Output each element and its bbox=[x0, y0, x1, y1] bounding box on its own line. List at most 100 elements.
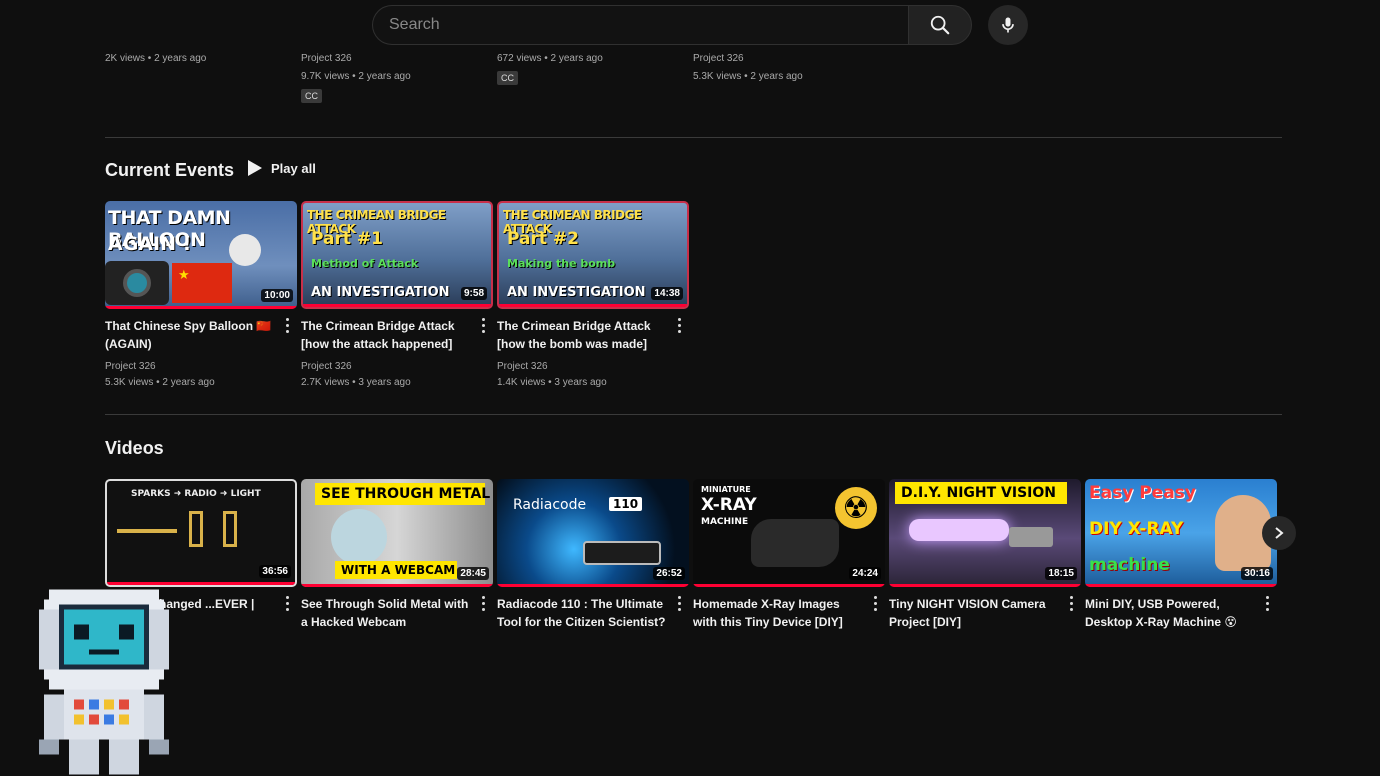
watch-progress-bar bbox=[497, 584, 689, 587]
thumb-caption: SEE THROUGH METAL bbox=[321, 486, 491, 502]
more-options-icon[interactable] bbox=[671, 593, 687, 613]
balloon-graphic bbox=[229, 234, 261, 266]
channel-name[interactable]: Project 326 bbox=[497, 359, 689, 375]
video-card[interactable]: Easy Peasy DIY X-RAY machine 30:16 Mini … bbox=[1085, 479, 1277, 631]
video-title[interactable]: Radiacode 110 : The Ultimate Tool for th… bbox=[497, 595, 667, 631]
duration-badge: 26:52 bbox=[653, 567, 685, 580]
shelf-divider bbox=[105, 414, 1282, 415]
search-input[interactable] bbox=[372, 5, 908, 45]
wire-graphic bbox=[117, 529, 177, 533]
upload-age: 3 years ago bbox=[554, 377, 607, 388]
duration-badge: 9:58 bbox=[460, 287, 487, 300]
spark-gap-graphic bbox=[189, 511, 203, 547]
device-graphic bbox=[583, 541, 661, 565]
video-title[interactable]: Mini DIY, USB Powered, Desktop X-Ray Mac… bbox=[1085, 595, 1255, 631]
flag-graphic: ★ bbox=[172, 263, 232, 303]
video-title[interactable]: Homemade X-Ray Images with this Tiny Dev… bbox=[693, 595, 863, 631]
more-options-icon[interactable] bbox=[279, 315, 295, 335]
video-card[interactable]: THAT DAMN BALLOON AGAIN ! ★ 10:00 That C… bbox=[105, 201, 297, 391]
prev-video-meta[interactable]: 2K views • 2 years ago bbox=[105, 44, 295, 68]
video-card[interactable]: THE CRIMEAN BRIDGE ATTACK Part #2 Making… bbox=[497, 201, 689, 391]
video-card[interactable]: Radiacode 110 26:52 Radiacode 110 : The … bbox=[497, 479, 689, 631]
more-options-icon[interactable] bbox=[475, 593, 491, 613]
search-button[interactable] bbox=[908, 5, 972, 45]
thumb-caption: Part #2 bbox=[507, 229, 579, 249]
video-thumbnail[interactable]: THE CRIMEAN BRIDGE ATTACK Part #1 Method… bbox=[301, 201, 493, 309]
video-thumbnail[interactable]: Easy Peasy DIY X-RAY machine 30:16 bbox=[1085, 479, 1277, 587]
more-options-icon[interactable] bbox=[1259, 593, 1275, 613]
more-options-icon[interactable] bbox=[867, 593, 883, 613]
view-count: 9.7K views bbox=[301, 71, 350, 82]
view-count: 5.3K views bbox=[693, 71, 742, 82]
thumb-caption: DIY X-RAY bbox=[1089, 519, 1184, 539]
astronaut-mascot bbox=[39, 589, 169, 775]
thumb-caption: Part #1 bbox=[311, 229, 383, 249]
video-thumbnail[interactable]: THAT DAMN BALLOON AGAIN ! ★ 10:00 bbox=[105, 201, 297, 309]
prev-video-meta[interactable]: Project 326 9.7K views • 2 years ago CC bbox=[301, 44, 491, 106]
duration-badge: 36:56 bbox=[259, 565, 291, 578]
upload-age: 3 years ago bbox=[358, 377, 411, 388]
duration-badge: 18:15 bbox=[1045, 567, 1077, 580]
thumb-caption: WITH A WEBCAM bbox=[341, 563, 456, 577]
voice-search-button[interactable] bbox=[988, 5, 1028, 45]
search-icon bbox=[930, 15, 950, 35]
video-thumbnail[interactable]: Radiacode 110 26:52 bbox=[497, 479, 689, 587]
video-card[interactable]: D.I.Y. NIGHT VISION 18:15 Tiny NIGHT VIS… bbox=[889, 479, 1081, 631]
video-card[interactable]: THE CRIMEAN BRIDGE ATTACK Part #1 Method… bbox=[301, 201, 493, 391]
cc-badge: CC bbox=[301, 89, 322, 103]
video-title[interactable]: The Crimean Bridge Attack [how the attac… bbox=[301, 317, 471, 353]
duration-badge: 28:45 bbox=[457, 567, 489, 580]
video-thumbnail[interactable]: D.I.Y. NIGHT VISION 18:15 bbox=[889, 479, 1081, 587]
upload-age: 2 years ago bbox=[358, 71, 411, 82]
prev-video-meta[interactable]: 672 views • 2 years ago CC bbox=[497, 44, 687, 88]
watch-progress-bar bbox=[301, 584, 493, 587]
spark-gap-graphic bbox=[223, 511, 237, 547]
view-count: 2.7K views bbox=[301, 377, 350, 388]
duration-badge: 24:24 bbox=[849, 567, 881, 580]
prev-video-meta[interactable]: Project 326 5.3K views • 2 years ago bbox=[693, 44, 883, 86]
more-options-icon[interactable] bbox=[1063, 593, 1079, 613]
video-card[interactable]: MINIATURE X-RAY MACHINE ☢ 24:24 Homemade… bbox=[693, 479, 885, 631]
channel-name[interactable]: Project 326 bbox=[105, 359, 297, 375]
video-title[interactable]: Tiny NIGHT VISION Camera Project [DIY] bbox=[889, 595, 1059, 631]
video-thumbnail[interactable]: MINIATURE X-RAY MACHINE ☢ 24:24 bbox=[693, 479, 885, 587]
play-icon bbox=[248, 160, 262, 176]
view-count: 672 views bbox=[497, 53, 542, 64]
video-title[interactable]: The Crimean Bridge Attack [how the bomb … bbox=[497, 317, 667, 353]
more-options-icon[interactable] bbox=[279, 593, 295, 613]
glove-graphic bbox=[751, 519, 839, 567]
watch-progress-bar bbox=[105, 306, 297, 309]
watch-progress-bar bbox=[693, 584, 885, 587]
watch-progress-bar bbox=[1085, 584, 1277, 587]
play-all-button[interactable]: Play all bbox=[247, 159, 316, 177]
watch-progress-bar bbox=[499, 304, 687, 307]
cc-badge: CC bbox=[497, 71, 518, 85]
thumb-caption: Method of Attack bbox=[311, 257, 419, 270]
shelf-title-current-events[interactable]: Current Events bbox=[105, 160, 234, 181]
video-title[interactable]: See Through Solid Metal with a Hacked We… bbox=[301, 595, 471, 631]
video-stats: 2.7K views • 3 years ago bbox=[301, 377, 411, 388]
shelf-title-videos[interactable]: Videos bbox=[105, 438, 164, 459]
more-options-icon[interactable] bbox=[671, 315, 687, 335]
thumb-caption: MACHINE bbox=[701, 517, 749, 527]
video-stats: 1.4K views • 3 years ago bbox=[497, 377, 607, 388]
circle-graphic bbox=[331, 509, 387, 565]
shelf-divider bbox=[105, 137, 1282, 138]
microphone-icon bbox=[1002, 17, 1014, 33]
watch-progress-bar bbox=[303, 304, 491, 307]
video-thumbnail[interactable]: SEE THROUGH METAL WITH A WEBCAM 28:45 bbox=[301, 479, 493, 587]
watch-progress-bar bbox=[889, 584, 1081, 587]
channel-name[interactable]: Project 326 bbox=[301, 359, 493, 375]
channel-name[interactable]: Project 326 bbox=[693, 50, 883, 68]
camera-module-graphic bbox=[1009, 527, 1053, 547]
thumb-caption: MINIATURE bbox=[701, 485, 751, 494]
video-title[interactable]: That Chinese Spy Balloon 🇨🇳 (AGAIN) bbox=[105, 317, 275, 353]
channel-name[interactable]: Project 326 bbox=[301, 50, 491, 68]
video-thumbnail[interactable]: SPARKS ➜ RADIO ➜ LIGHT 36:56 bbox=[105, 479, 297, 587]
shelf-next-button[interactable] bbox=[1262, 516, 1296, 550]
more-options-icon[interactable] bbox=[475, 315, 491, 335]
video-thumbnail[interactable]: THE CRIMEAN BRIDGE ATTACK Part #2 Making… bbox=[497, 201, 689, 309]
video-card[interactable]: SEE THROUGH METAL WITH A WEBCAM 28:45 Se… bbox=[301, 479, 493, 631]
upload-age: 2 years ago bbox=[750, 71, 803, 82]
upload-age: 2 years ago bbox=[550, 53, 603, 64]
